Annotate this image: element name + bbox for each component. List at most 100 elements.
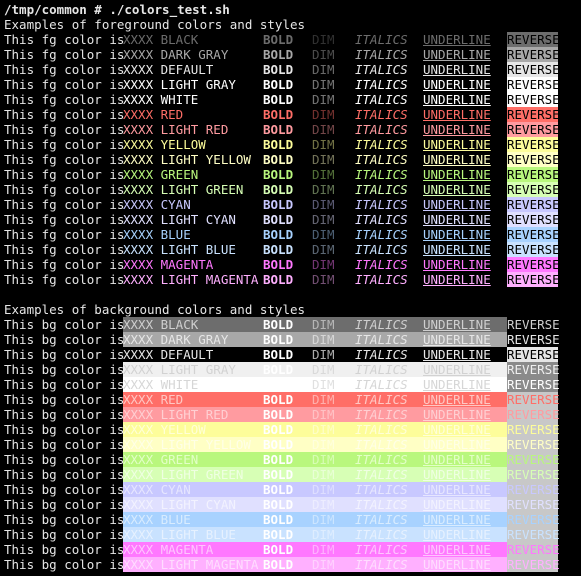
bg-row-italics: ITALICS (355, 362, 408, 377)
bg-row-sample: XXXX LIGHT YELLOW (123, 437, 251, 452)
bg-row-underline: UNDERLINE (423, 557, 491, 572)
bg-row-reverse: REVERSE (507, 347, 560, 362)
bg-row-reverse: REVERSE (507, 377, 560, 392)
fg-row-italics: ITALICS (355, 92, 408, 107)
command-prompt: /tmp/common # ./colors_test.sh (4, 2, 230, 17)
bg-row-bold: BOLD (263, 557, 294, 572)
fg-row-italics: ITALICS (355, 242, 408, 257)
background-header-line: Examples of background colors and styles (0, 302, 581, 317)
fg-row-italics: ITALICS (355, 182, 408, 197)
fg-row-prefix: This fg color is (4, 167, 125, 182)
bg-row: This bg color is XXXX WHITE BOLD DIM ITALICS… (0, 377, 581, 392)
fg-row-italics: ITALICS (355, 62, 408, 77)
fg-row-sample: XXXX WHITE (123, 92, 199, 107)
bg-row-reverse: REVERSE (507, 407, 560, 422)
fg-row-bold: BOLD (263, 77, 294, 92)
bg-row-dim: DIM (312, 377, 335, 392)
bg-row-sample: XXXX DEFAULT (123, 347, 214, 362)
bg-row-dim: DIM (312, 527, 335, 542)
bg-row: This bg color is XXXX DEFAULT BOLD DIM ITALI… (0, 347, 581, 362)
bg-row-fill (123, 392, 558, 407)
fg-row-sample: XXXX LIGHT GRAY (123, 77, 236, 92)
fg-row-italics: ITALICS (355, 227, 408, 242)
bg-row-bold: BOLD (263, 362, 294, 377)
bg-row-bold: BOLD (263, 347, 294, 362)
bg-row: This bg color is XXXX LIGHT BLUE BOLD DIM IT… (0, 527, 581, 542)
bg-row-sample: XXXX LIGHT GREEN (123, 467, 244, 482)
fg-row: This fg color is XXXX LIGHT GRAY BOLD DIM IT… (0, 77, 581, 92)
bg-row-dim: DIM (312, 392, 335, 407)
bg-row: This bg color is XXXX YELLOW BOLD DIM ITALIC… (0, 422, 581, 437)
fg-row-italics: ITALICS (355, 257, 408, 272)
fg-row-bold: BOLD (263, 257, 294, 272)
fg-row-bold: BOLD (263, 167, 294, 182)
fg-row-reverse: REVERSE (507, 107, 560, 122)
fg-row-underline: UNDERLINE (423, 197, 491, 212)
fg-row-dim: DIM (312, 167, 335, 182)
bg-row-underline: UNDERLINE (423, 362, 491, 377)
fg-row-prefix: This fg color is (4, 152, 125, 167)
fg-row-reverse: REVERSE (507, 212, 560, 227)
fg-row: This fg color is XXXX BLACK BOLD DIM ITALICS… (0, 32, 581, 47)
fg-row-prefix: This fg color is (4, 212, 125, 227)
fg-row-bold: BOLD (263, 47, 294, 62)
fg-row-italics: ITALICS (355, 122, 408, 137)
fg-row-italics: ITALICS (355, 47, 408, 62)
bg-row-underline: UNDERLINE (423, 407, 491, 422)
fg-row-dim: DIM (312, 137, 335, 152)
bg-row-sample: XXXX LIGHT MAGENTA (123, 557, 259, 572)
fg-row-dim: DIM (312, 257, 335, 272)
bg-row: This bg color is XXXX GREEN BOLD DIM ITALICS… (0, 452, 581, 467)
bg-row-dim: DIM (312, 362, 335, 377)
fg-row-dim: DIM (312, 92, 335, 107)
bg-row-italics: ITALICS (355, 377, 408, 392)
fg-row-bold: BOLD (263, 122, 294, 137)
fg-row-prefix: This fg color is (4, 62, 125, 77)
fg-row-sample: XXXX LIGHT GREEN (123, 182, 244, 197)
fg-row-reverse: REVERSE (507, 197, 560, 212)
fg-row-bold: BOLD (263, 137, 294, 152)
fg-row-underline: UNDERLINE (423, 47, 491, 62)
fg-row-reverse: REVERSE (507, 227, 560, 242)
bg-row: This bg color is XXXX LIGHT GRAY BOLD DIM IT… (0, 362, 581, 377)
bg-row-bold: BOLD (263, 542, 294, 557)
fg-row-reverse: REVERSE (507, 257, 560, 272)
fg-row-dim: DIM (312, 197, 335, 212)
bg-row-prefix: This bg color is (4, 497, 125, 512)
fg-row-bold: BOLD (263, 212, 294, 227)
fg-row-prefix: This fg color is (4, 197, 125, 212)
bg-row-italics: ITALICS (355, 527, 408, 542)
bg-row-underline: UNDERLINE (423, 317, 491, 332)
fg-row-sample: XXXX LIGHT MAGENTA (123, 272, 259, 287)
fg-row-prefix: This fg color is (4, 107, 125, 122)
fg-row-reverse: REVERSE (507, 92, 560, 107)
fg-row-dim: DIM (312, 182, 335, 197)
fg-row-underline: UNDERLINE (423, 62, 491, 77)
bg-row-underline: UNDERLINE (423, 512, 491, 527)
command-prompt-line: /tmp/common # ./colors_test.sh (0, 2, 581, 17)
bg-row: This bg color is XXXX CYAN BOLD DIM ITALICS U… (0, 482, 581, 497)
fg-row-sample: XXXX LIGHT CYAN (123, 212, 236, 227)
fg-row-underline: UNDERLINE (423, 227, 491, 242)
fg-row-dim: DIM (312, 107, 335, 122)
bg-row-underline: UNDERLINE (423, 347, 491, 362)
fg-row-bold: BOLD (263, 32, 294, 47)
bg-row-bold: BOLD (263, 422, 294, 437)
fg-row-reverse: REVERSE (507, 137, 560, 152)
background-header: Examples of background colors and styles (4, 302, 306, 317)
fg-row-dim: DIM (312, 122, 335, 137)
bg-row-prefix: This bg color is (4, 362, 125, 377)
fg-row-sample: XXXX LIGHT BLUE (123, 242, 236, 257)
terminal-window[interactable]: /tmp/common # ./colors_test.sh Examples … (0, 0, 581, 576)
bg-row: This bg color is XXXX RED BOLD DIM ITALICS UN… (0, 392, 581, 407)
fg-row-bold: BOLD (263, 227, 294, 242)
bg-row-italics: ITALICS (355, 392, 408, 407)
bg-row-dim: DIM (312, 512, 335, 527)
foreground-header-line: Examples of foreground colors and styles (0, 17, 581, 32)
fg-row-sample: XXXX DARK GRAY (123, 47, 229, 62)
fg-row: This fg color is XXXX LIGHT CYAN BOLD DIM IT… (0, 212, 581, 227)
fg-row-dim: DIM (312, 272, 335, 287)
bg-row-sample: XXXX CYAN (123, 482, 191, 497)
fg-row-dim: DIM (312, 242, 335, 257)
bg-row-underline: UNDERLINE (423, 437, 491, 452)
